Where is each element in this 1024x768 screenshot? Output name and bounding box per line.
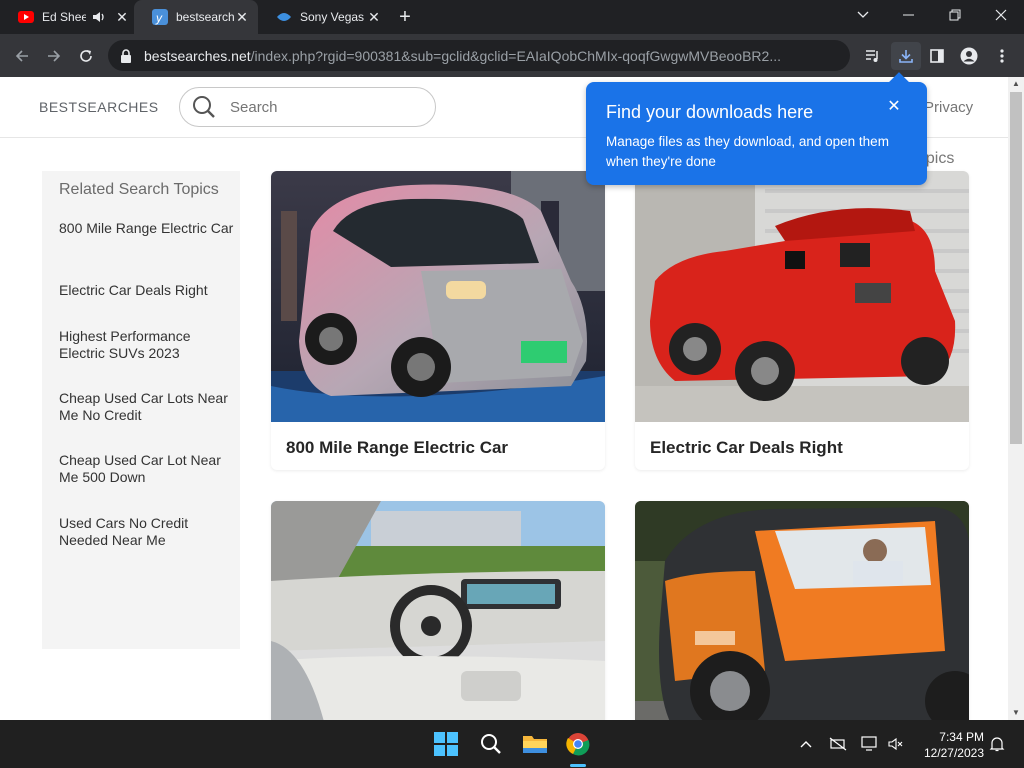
scroll-down-arrow-icon[interactable]: ▼	[1011, 708, 1021, 718]
tab-title: Sony Vegas	[300, 10, 365, 24]
nav-privacy-link[interactable]: Privacy	[924, 99, 973, 116]
topic-card[interactable]	[635, 501, 969, 720]
windows-taskbar: 7:34 PM 12/27/2023	[0, 720, 1024, 768]
search-icon[interactable]	[477, 730, 505, 758]
card-caption[interactable]: Electric Car Deals Right	[635, 422, 969, 470]
topic-card[interactable]: Electric Car Deals Right	[635, 171, 969, 470]
search-icon[interactable]	[192, 95, 216, 119]
sidebar-link[interactable]: Electric Car Deals Right	[59, 282, 234, 299]
address-bar[interactable]: bestsearches.net/index.php?rgid=900381&s…	[108, 40, 850, 71]
url-path: /index.php?rgid=900381&sub=gclid&gclid=E…	[250, 47, 781, 64]
page-scrollbar[interactable]: ▲ ▼	[1008, 77, 1024, 720]
restore-button[interactable]	[932, 0, 978, 30]
reload-icon[interactable]	[72, 42, 100, 70]
forward-arrow-icon[interactable]	[40, 42, 68, 70]
search-input[interactable]	[230, 98, 410, 116]
youtube-icon	[18, 9, 34, 25]
tab-title: bestsearches	[176, 10, 234, 24]
sidebar-link[interactable]: 800 Mile Range Electric Car	[59, 220, 234, 237]
network-disconnected-icon[interactable]	[829, 735, 847, 753]
sony-vegas-favicon	[276, 9, 292, 25]
sidebar-link[interactable]: Used Cars No Credit Needed Near Me	[59, 515, 234, 548]
close-tab-icon[interactable]: ✕	[114, 9, 130, 25]
related-topics-sidebar: Related Search Topics 800 Mile Range Ele…	[42, 171, 240, 649]
chrome-icon[interactable]	[564, 730, 592, 758]
red-roadster-microcar-photo[interactable]	[635, 171, 969, 422]
speaker-icon[interactable]	[92, 11, 106, 23]
site-logo[interactable]: BESTSEARCHES	[39, 99, 159, 115]
lock-icon[interactable]	[120, 48, 134, 64]
file-explorer-icon[interactable]	[521, 730, 549, 758]
volume-muted-icon[interactable]	[887, 735, 905, 753]
ev-interior-dashboard-photo[interactable]	[271, 501, 605, 720]
display-icon[interactable]	[861, 735, 879, 753]
system-clock[interactable]: 7:34 PM 12/27/2023	[912, 729, 984, 761]
profile-avatar-icon[interactable]	[955, 42, 983, 70]
tab-search-chevron-icon[interactable]	[840, 0, 886, 30]
topic-card[interactable]: 800 Mile Range Electric Car	[271, 171, 605, 470]
scroll-up-arrow-icon[interactable]: ▲	[1011, 79, 1021, 89]
sidebar-link[interactable]: Cheap Used Car Lot Near Me 500 Down	[59, 452, 234, 485]
active-app-indicator	[570, 764, 586, 767]
close-window-button[interactable]	[978, 0, 1024, 30]
sidebar-heading: Related Search Topics	[59, 181, 219, 198]
download-bubble: Find your downloads here Manage files as…	[586, 82, 927, 185]
scrollbar-thumb[interactable]	[1010, 92, 1022, 444]
card-caption[interactable]: 800 Mile Range Electric Car	[271, 422, 605, 470]
show-hidden-icons-chevron-icon[interactable]	[797, 735, 815, 753]
close-tab-icon[interactable]: ✕	[366, 9, 382, 25]
bestsearches-favicon: y	[152, 9, 168, 25]
kebab-menu-icon[interactable]	[988, 42, 1016, 70]
media-controls-icon[interactable]	[859, 42, 887, 70]
back-arrow-icon[interactable]	[8, 42, 36, 70]
clock-date: 12/27/2023	[923, 746, 984, 760]
sidebar-link[interactable]: Highest Performance Electric SUVs 2023	[59, 328, 234, 361]
orange-citroen-ami-photo[interactable]	[635, 501, 969, 720]
url-text[interactable]: bestsearches.net/index.php?rgid=900381&s…	[144, 48, 784, 64]
download-bubble-title: Find your downloads here	[606, 102, 814, 122]
tab-strip: Ed Sheeran ✕ y bestsearches ✕ Sony Vegas…	[0, 0, 1024, 34]
tab-sony-vegas[interactable]: Sony Vegas ✕	[258, 0, 382, 34]
svg-text:y: y	[155, 11, 163, 25]
download-bubble-body: Manage files as they download, and open …	[606, 134, 889, 169]
close-tab-icon[interactable]: ✕	[234, 9, 250, 25]
tab-title: Ed Sheeran	[42, 10, 86, 24]
clock-time: 7:34 PM	[939, 730, 984, 744]
notification-bell-icon[interactable]	[988, 735, 1006, 753]
new-tab-button[interactable]: +	[395, 7, 415, 27]
tab-bestsearches[interactable]: y bestsearches ✕	[134, 0, 258, 34]
topic-card[interactable]	[271, 501, 605, 720]
windows-start-icon[interactable]	[432, 730, 460, 758]
site-search-box[interactable]	[179, 87, 436, 127]
minimize-button[interactable]	[886, 0, 932, 30]
tab-youtube[interactable]: Ed Sheeran ✕	[0, 0, 134, 34]
close-icon[interactable]: ✕	[886, 99, 902, 115]
side-panel-icon[interactable]	[923, 42, 951, 70]
download-icon[interactable]	[891, 42, 921, 70]
url-host: bestsearches.net	[144, 47, 251, 64]
silver-pink-microcar-photo[interactable]	[271, 171, 605, 422]
sidebar-link[interactable]: Cheap Used Car Lots Near Me No Credit	[59, 390, 234, 423]
